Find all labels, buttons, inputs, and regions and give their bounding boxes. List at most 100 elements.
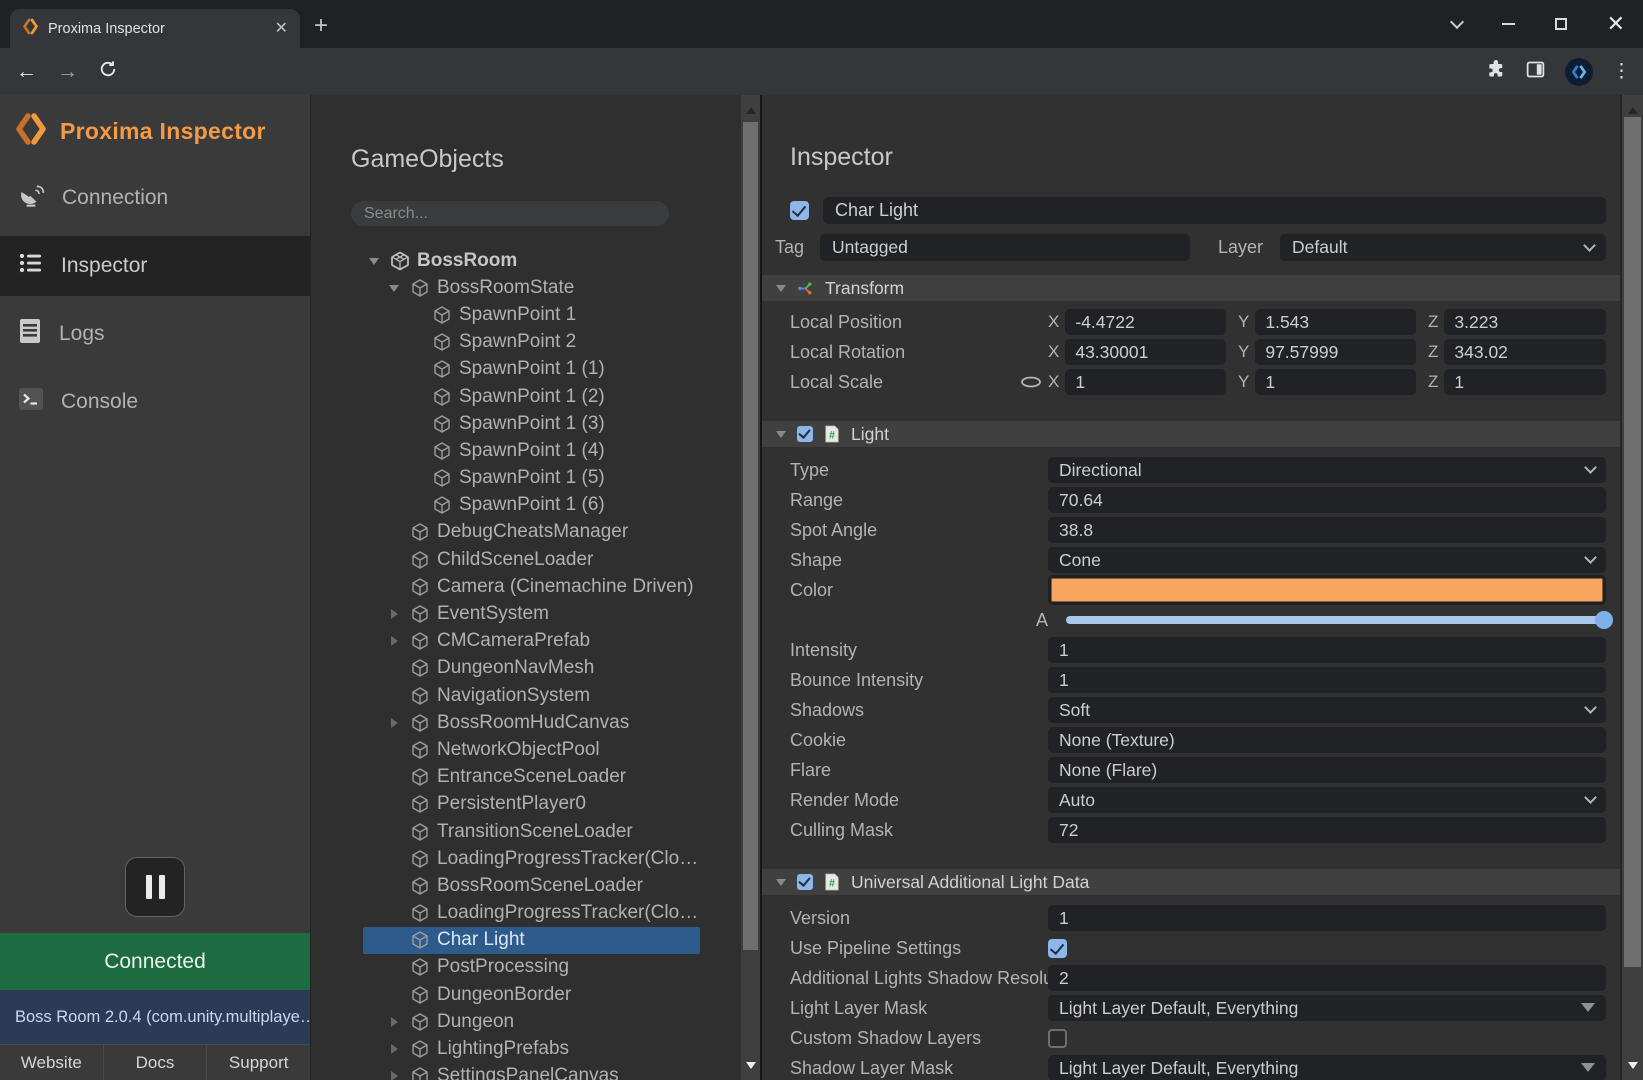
layer-dropdown[interactable]: Default <box>1280 234 1606 261</box>
sidebar-item-logs[interactable]: Logs <box>0 304 310 364</box>
component-enabled-checkbox[interactable] <box>797 874 813 890</box>
collapse-arrow-icon[interactable] <box>776 431 786 443</box>
use-pipeline-settings-checkbox[interactable] <box>1048 939 1067 958</box>
tab-close-icon[interactable]: ✕ <box>275 21 288 37</box>
section-header-universal-additional-light-data[interactable]: #Universal Additional Light Data <box>762 869 1622 895</box>
section-header-light[interactable]: #Light <box>762 421 1622 447</box>
tree-item-bossroomsceneloader[interactable]: BossRoomSceneLoader <box>363 872 700 899</box>
local-rotation-z-input[interactable] <box>1444 339 1606 365</box>
collapse-arrow-icon[interactable] <box>389 636 409 646</box>
additional-lights-shadow-resoluti-field[interactable]: 2 <box>1048 965 1606 991</box>
back-button[interactable]: ← <box>16 60 37 84</box>
tree-item-eventsystem[interactable]: EventSystem <box>363 600 700 627</box>
tag-field[interactable]: Untagged <box>820 234 1190 261</box>
new-tab-button[interactable]: + <box>314 12 328 40</box>
window-close-button[interactable]: ✕ <box>1607 14 1625 34</box>
tree-item-bossroomstate[interactable]: BossRoomState <box>363 274 700 301</box>
collapse-arrow-icon[interactable] <box>389 1071 409 1080</box>
tree-item-persistentplayer0[interactable]: PersistentPlayer0 <box>363 791 700 818</box>
docs-link[interactable]: Docs <box>103 1045 207 1080</box>
inspector-scrollbar[interactable] <box>1622 95 1643 1080</box>
gameobject-name-input[interactable] <box>823 197 1606 224</box>
sidebar-item-console[interactable]: Console <box>0 372 310 432</box>
tab-search-chevron-icon[interactable] <box>1449 15 1463 29</box>
tree-item-spawnpoint-1[interactable]: SpawnPoint 1 <box>363 301 700 328</box>
tree-item-dungeonborder[interactable]: DungeonBorder <box>363 981 700 1008</box>
browser-menu-kebab-icon[interactable]: ⋮ <box>1612 60 1631 83</box>
light-layer-mask-dropdown[interactable]: Light Layer Default, Everything <box>1048 995 1606 1021</box>
tree-item-dungeonnavmesh[interactable]: DungeonNavMesh <box>363 655 700 682</box>
collapse-arrow-icon[interactable] <box>389 1017 409 1027</box>
section-header-transform[interactable]: Transform <box>762 275 1622 301</box>
collapse-arrow-icon[interactable] <box>389 718 409 728</box>
tree-item-spawnpoint-1-5[interactable]: SpawnPoint 1 (5) <box>363 465 700 492</box>
tree-item-childsceneloader[interactable]: ChildSceneLoader <box>363 546 700 573</box>
tree-item-loadingprogresstracker-clone[interactable]: LoadingProgressTracker(Clone) <box>363 845 700 872</box>
local-scale-x-input[interactable] <box>1065 369 1226 395</box>
tree-item-spawnpoint-1-4[interactable]: SpawnPoint 1 (4) <box>363 437 700 464</box>
local-position-z-input[interactable] <box>1444 309 1606 335</box>
expand-arrow-icon[interactable] <box>369 252 389 270</box>
scroll-down-arrow-icon[interactable] <box>1628 1062 1638 1074</box>
tree-item-bossroomhudcanvas[interactable]: BossRoomHudCanvas <box>363 709 700 736</box>
tree-item-spawnpoint-2[interactable]: SpawnPoint 2 <box>363 329 700 356</box>
sidebar-item-inspector[interactable]: Inspector <box>0 236 310 296</box>
search-input[interactable] <box>351 201 669 226</box>
tree-item-postprocessing[interactable]: PostProcessing <box>363 954 700 981</box>
profile-avatar[interactable] <box>1565 58 1593 86</box>
tree-item-bossroom[interactable]: BossRoom <box>363 247 700 274</box>
tree-item-loadingprogresstracker-clone[interactable]: LoadingProgressTracker(Clone) <box>363 900 700 927</box>
component-enabled-checkbox[interactable] <box>797 426 813 442</box>
shadow-layer-mask-dropdown[interactable]: Light Layer Default, Everything <box>1048 1055 1606 1080</box>
maximize-button[interactable] <box>1555 18 1567 30</box>
collapse-arrow-icon[interactable] <box>776 879 786 891</box>
local-scale-y-input[interactable] <box>1255 369 1416 395</box>
collapse-arrow-icon[interactable] <box>776 285 786 297</box>
tree-item-networkobjectpool[interactable]: NetworkObjectPool <box>363 736 700 763</box>
sidebar-item-connection[interactable]: Connection <box>0 168 310 228</box>
website-link[interactable]: Website <box>0 1045 103 1080</box>
tree-item-spawnpoint-1-6[interactable]: SpawnPoint 1 (6) <box>363 492 700 519</box>
spot-angle-field[interactable]: 38.8 <box>1048 517 1606 543</box>
version-field[interactable]: 1 <box>1048 905 1606 931</box>
slider-thumb[interactable] <box>1595 611 1613 629</box>
expand-arrow-icon[interactable] <box>389 279 409 297</box>
reload-button[interactable] <box>98 59 118 84</box>
scrollbar-thumb[interactable] <box>1624 117 1641 967</box>
render-mode-dropdown[interactable]: Auto <box>1048 787 1606 813</box>
scrollbar-thumb[interactable] <box>743 122 758 950</box>
alpha-slider[interactable] <box>1066 616 1606 624</box>
browser-tab[interactable]: Proxima Inspector ✕ <box>10 9 300 48</box>
minimize-button[interactable] <box>1502 23 1515 25</box>
collapse-arrow-icon[interactable] <box>389 1044 409 1054</box>
side-panel-icon[interactable] <box>1525 59 1546 85</box>
tree-item-spawnpoint-1-2[interactable]: SpawnPoint 1 (2) <box>363 383 700 410</box>
tree-item-spawnpoint-1-3[interactable]: SpawnPoint 1 (3) <box>363 410 700 437</box>
bounce-intensity-field[interactable]: 1 <box>1048 667 1606 693</box>
forward-button[interactable]: → <box>57 60 78 84</box>
flare-field[interactable]: None (Flare) <box>1048 757 1606 783</box>
extensions-puzzle-icon[interactable] <box>1486 59 1506 84</box>
shape-dropdown[interactable]: Cone <box>1048 547 1606 573</box>
type-dropdown[interactable]: Directional <box>1048 457 1606 483</box>
range-field[interactable]: 70.64 <box>1048 487 1606 513</box>
tree-item-navigationsystem[interactable]: NavigationSystem <box>363 682 700 709</box>
local-rotation-y-input[interactable] <box>1255 339 1416 365</box>
tree-item-lightingprefabs[interactable]: LightingPrefabs <box>363 1035 700 1062</box>
custom-shadow-layers-checkbox[interactable] <box>1048 1029 1067 1048</box>
gameobjects-scrollbar[interactable] <box>741 95 760 1080</box>
shadows-dropdown[interactable]: Soft <box>1048 697 1606 723</box>
tree-item-dungeon[interactable]: Dungeon <box>363 1008 700 1035</box>
tree-item-camera-cinemachine-driven[interactable]: Camera (Cinemachine Driven) <box>363 573 700 600</box>
tree-item-cmcameraprefab[interactable]: CMCameraPrefab <box>363 628 700 655</box>
scroll-up-arrow-icon[interactable] <box>1628 102 1638 114</box>
pause-button[interactable] <box>125 857 185 917</box>
link-icon[interactable] <box>1020 376 1048 388</box>
tree-item-transitionsceneloader[interactable]: TransitionSceneLoader <box>363 818 700 845</box>
culling-mask-field[interactable]: 72 <box>1048 817 1606 843</box>
tree-item-entrancesceneloader[interactable]: EntranceSceneLoader <box>363 764 700 791</box>
tree-item-char-light[interactable]: Char Light <box>363 927 700 954</box>
support-link[interactable]: Support <box>206 1045 310 1080</box>
local-scale-z-input[interactable] <box>1444 369 1606 395</box>
local-rotation-x-input[interactable] <box>1065 339 1226 365</box>
